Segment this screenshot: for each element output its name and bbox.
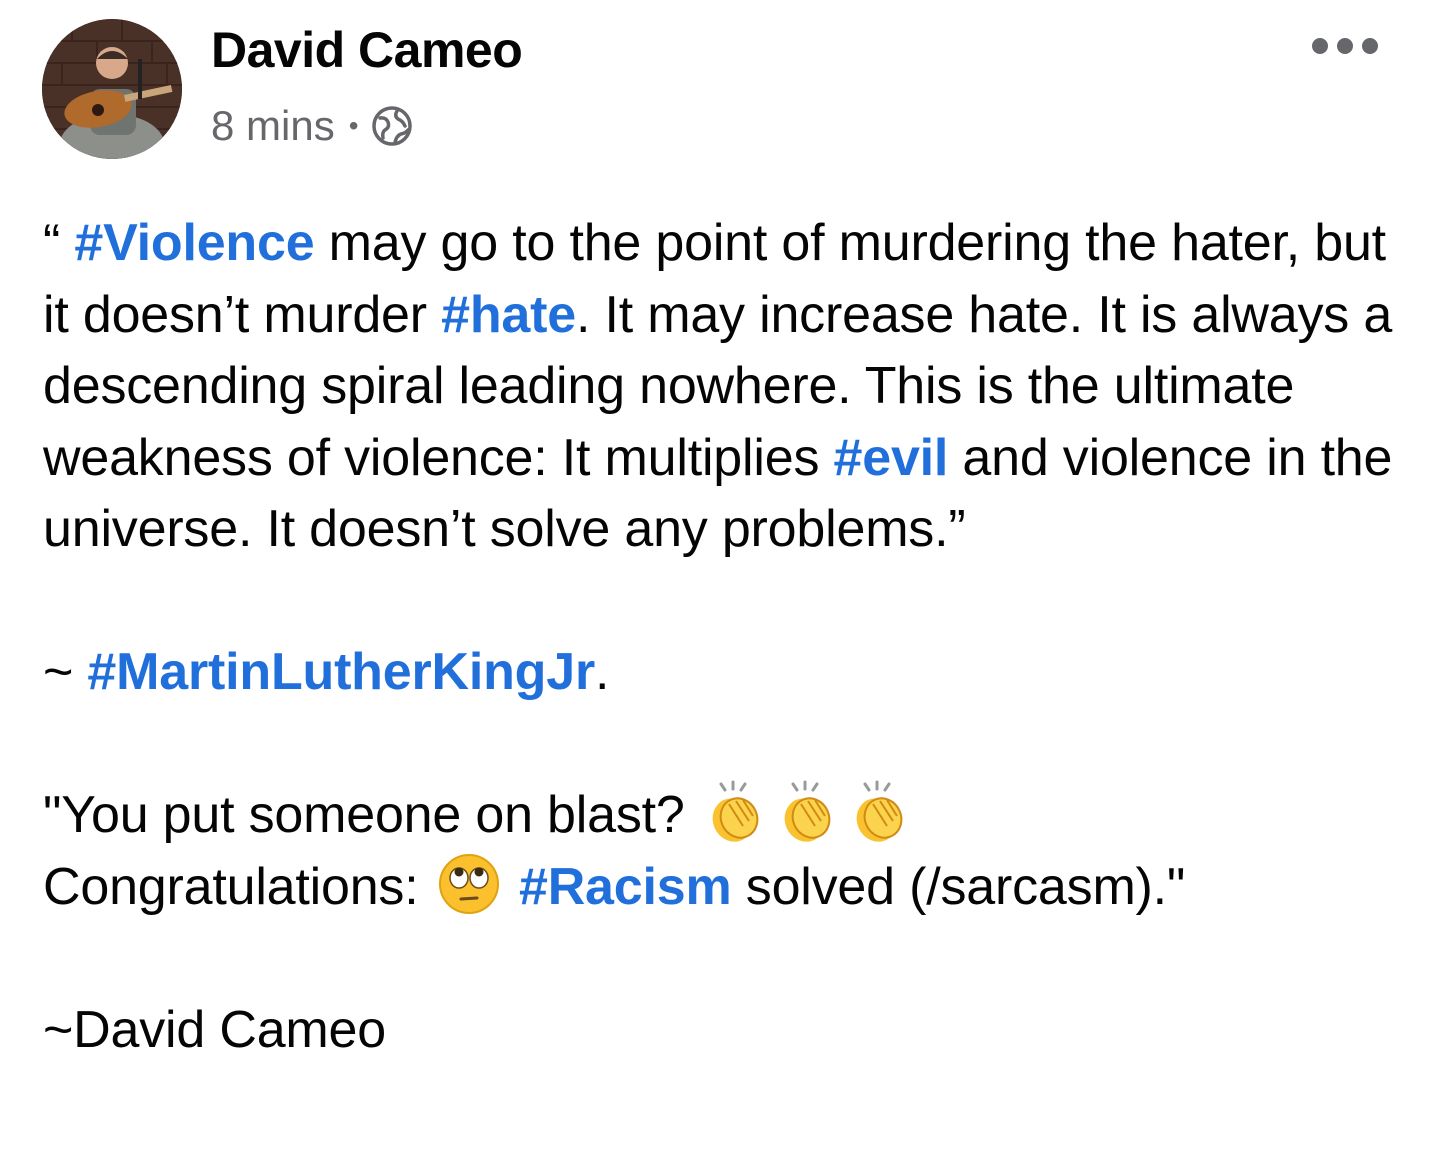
clapping-hands-emoji	[856, 780, 903, 842]
post-timestamp[interactable]: 8 mins	[211, 102, 335, 150]
post-body: “ #Violence may go to the point of murde…	[43, 208, 1403, 1066]
attribution-suffix: .	[595, 643, 610, 701]
author-avatar[interactable]	[42, 19, 182, 159]
comment-line-1: "You put someone on blast?	[43, 786, 699, 844]
attribution-paragraph: ~ #MartinLutherKingJr.	[43, 637, 1403, 709]
more-dot	[1362, 38, 1378, 54]
more-dot	[1312, 38, 1328, 54]
globe-icon[interactable]	[371, 105, 413, 147]
attribution-prefix: ~	[43, 643, 88, 701]
post-header: David Cameo 8 mins •	[0, 0, 1439, 170]
hashtag-martinlutherkingjr[interactable]: #MartinLutherKingJr	[87, 643, 595, 701]
hashtag-violence[interactable]: #Violence	[74, 214, 314, 272]
comment-paragraph: "You put someone on blast? Congratulatio…	[43, 780, 1403, 923]
hashtag-racism[interactable]: #Racism	[519, 858, 732, 916]
quote-open: “	[43, 214, 75, 272]
more-options-icon[interactable]	[1312, 28, 1378, 64]
clapping-hands-emoji	[784, 780, 831, 842]
comment-line-2-suffix: solved (/sarcasm)."	[731, 857, 1186, 916]
signature: ~David Cameo	[43, 1000, 386, 1059]
meta-separator: •	[348, 110, 359, 141]
hashtag-evil[interactable]: #evil	[834, 429, 949, 487]
quote-paragraph: “ #Violence may go to the point of murde…	[43, 208, 1403, 566]
clapping-hands-emoji	[712, 780, 759, 842]
post-meta: 8 mins •	[211, 100, 413, 152]
avatar-photo	[42, 19, 182, 159]
more-dot	[1337, 38, 1353, 54]
hashtag-hate[interactable]: #hate	[441, 286, 576, 344]
author-name[interactable]: David Cameo	[211, 20, 523, 80]
comment-line-2-prefix: Congratulations:	[43, 857, 433, 916]
face-with-rolling-eyes-emoji	[438, 853, 499, 914]
